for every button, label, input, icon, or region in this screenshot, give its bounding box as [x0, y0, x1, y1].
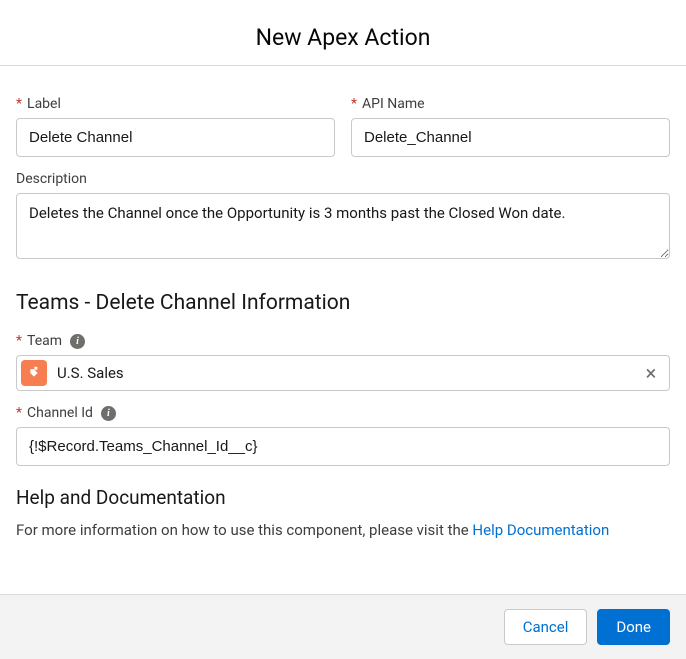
channelid-field-block: * Channel Id i	[16, 405, 670, 466]
description-text: Description	[16, 171, 87, 187]
description-textarea[interactable]	[16, 193, 670, 259]
description-field-label: Description	[16, 171, 670, 187]
description-field-block: Description	[16, 171, 670, 263]
info-icon[interactable]: i	[70, 334, 85, 349]
channelid-field-label: * Channel Id i	[16, 405, 670, 421]
help-title: Help and Documentation	[16, 486, 670, 509]
team-value: U.S. Sales	[57, 364, 631, 382]
modal-body: * Label * API Name Description Teams - D…	[0, 66, 686, 594]
apiname-field-block: * API Name	[351, 96, 670, 157]
label-field-label: * Label	[16, 96, 335, 112]
required-icon: *	[16, 333, 22, 349]
help-documentation-link[interactable]: Help Documentation	[472, 521, 609, 539]
team-field-label: * Team i	[16, 333, 670, 349]
done-button[interactable]: Done	[597, 609, 670, 645]
channelid-input[interactable]	[16, 427, 670, 466]
cancel-button[interactable]: Cancel	[504, 609, 588, 645]
required-icon: *	[16, 96, 22, 112]
team-lookup[interactable]: U.S. Sales ×	[16, 355, 670, 391]
label-text: Label	[27, 96, 61, 112]
channelid-label-text: Channel Id	[27, 405, 93, 421]
team-label-text: Team	[27, 333, 62, 349]
apiname-field-label: * API Name	[351, 96, 670, 112]
close-icon[interactable]: ×	[641, 363, 661, 383]
required-icon: *	[16, 405, 22, 421]
tag-icon	[21, 360, 47, 386]
help-text: For more information on how to use this …	[16, 521, 670, 539]
team-field-block: * Team i U.S. Sales ×	[16, 333, 670, 391]
required-icon: *	[351, 96, 357, 112]
section-title: Teams - Delete Channel Information	[16, 291, 670, 315]
form-row-top: * Label * API Name	[16, 96, 670, 157]
modal-footer: Cancel Done	[0, 594, 686, 659]
label-input[interactable]	[16, 118, 335, 157]
modal-header: New Apex Action	[0, 0, 686, 66]
apiname-input[interactable]	[351, 118, 670, 157]
apiname-text: API Name	[362, 96, 425, 112]
help-text-prefix: For more information on how to use this …	[16, 521, 472, 539]
label-field-block: * Label	[16, 96, 335, 157]
info-icon[interactable]: i	[101, 406, 116, 421]
modal-title: New Apex Action	[10, 24, 676, 51]
new-apex-action-modal: New Apex Action * Label * API Name Desc	[0, 0, 686, 659]
